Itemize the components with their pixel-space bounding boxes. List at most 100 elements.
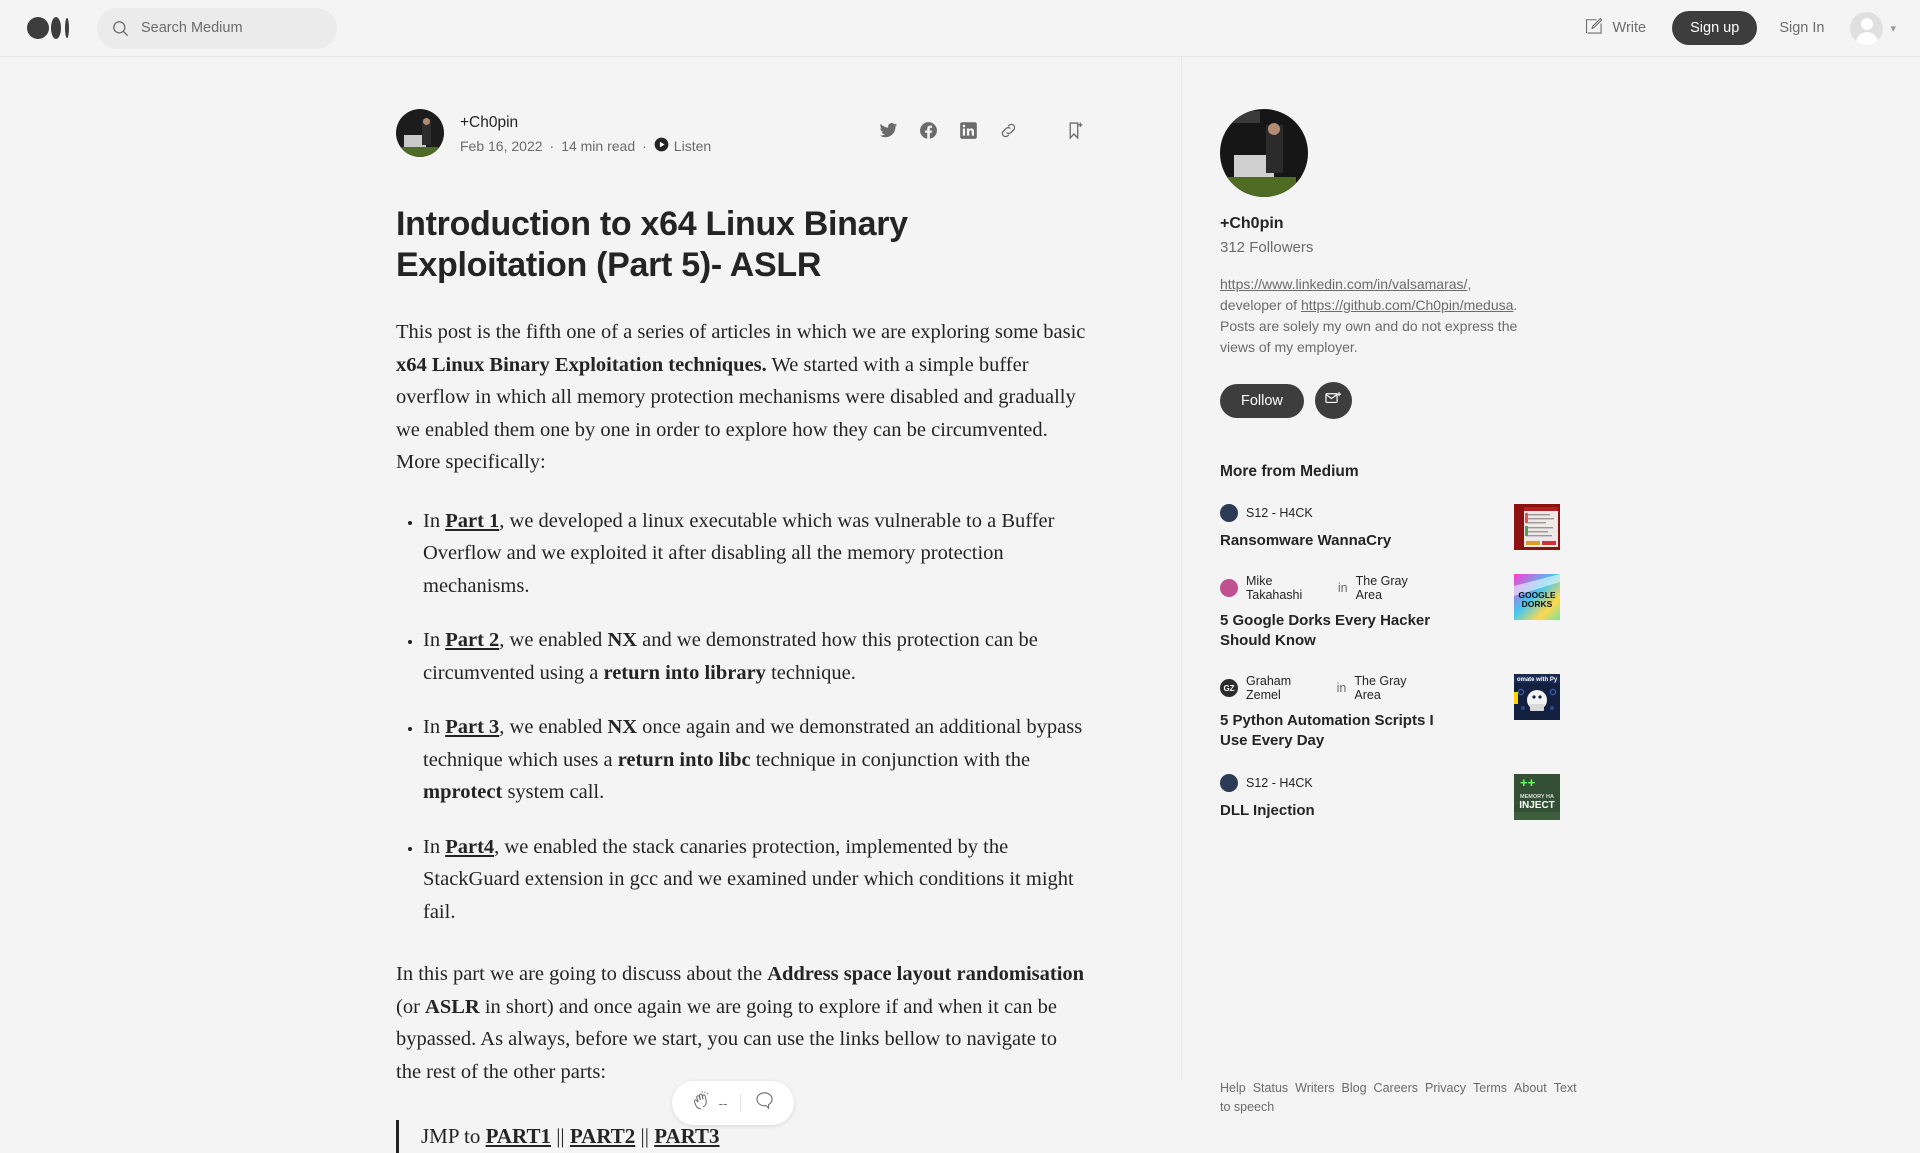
bullet-bold-3: mprotect (423, 781, 502, 803)
intro-text-1: This post is the fifth one of a series o… (396, 321, 1085, 343)
sidebar-author-avatar[interactable] (1220, 109, 1308, 197)
recommendation-author: S12 - H4CK (1246, 506, 1313, 520)
author-avatar[interactable] (396, 109, 444, 157)
medium-logo-icon[interactable] (27, 16, 69, 40)
search-input[interactable] (141, 20, 311, 36)
footer-links: Help Status Writers Blog Careers Privacy Terms… (1220, 1079, 1530, 1117)
write-pencil-icon (1584, 16, 1604, 40)
part3-quote-link[interactable]: PART3 (654, 1124, 719, 1148)
footer-link-terms[interactable]: Terms (1473, 1081, 1507, 1095)
closing-text-3: in short) and once again we are going to… (396, 996, 1057, 1083)
list-item: In Part 3, we enabled NX once again and … (423, 711, 1086, 809)
bullet-pre: In (423, 836, 445, 858)
avatar (1220, 579, 1238, 597)
footer-link-privacy[interactable]: Privacy (1425, 1081, 1466, 1095)
signin-button[interactable]: Sign In (1779, 20, 1824, 36)
svg-text:INJECT: INJECT (1519, 800, 1555, 811)
author-bio: https://www.linkedin.com/in/valsamaras/,… (1220, 274, 1520, 358)
linkedin-bio-link[interactable]: https://www.linkedin.com/in/valsamaras/ (1220, 276, 1467, 292)
chevron-down-icon: ▾ (1890, 22, 1896, 35)
list-item[interactable]: Mike Takahashi in The Gray Area 5 Google… (1220, 574, 1560, 651)
page-title: Introduction to x64 Linux Binary Exploit… (396, 204, 1046, 286)
account-menu[interactable]: ▾ (1850, 12, 1896, 45)
list-item[interactable]: S12 - H4CK Ransomware WannaCry (1220, 504, 1560, 551)
thumbnail (1514, 504, 1560, 550)
follower-count: 312 Followers (1220, 239, 1560, 256)
bullet-post: , we enabled the stack canaries protecti… (423, 836, 1074, 923)
search-box[interactable] (97, 8, 337, 49)
search-icon (111, 19, 130, 38)
more-from-medium-heading: More from Medium (1220, 463, 1560, 481)
bullet-mid-1: , we enabled (499, 716, 607, 738)
closing-bold-2: ASLR (425, 996, 480, 1018)
page-body: +Ch0pin Feb 16, 2022 · 14 min read · Lis… (0, 57, 1920, 1080)
comment-icon[interactable] (754, 1090, 775, 1116)
listen-button[interactable]: Listen (654, 137, 711, 155)
sidebar-author-name[interactable]: +Ch0pin (1220, 215, 1560, 233)
avatar (1850, 12, 1883, 45)
meta-dot-1: · (550, 138, 555, 154)
bullet-post: system call. (502, 781, 604, 803)
intro-paragraph: This post is the fifth one of a series o… (396, 316, 1086, 479)
signup-button[interactable]: Sign up (1672, 11, 1757, 45)
footer-link-careers[interactable]: Careers (1374, 1081, 1418, 1095)
part2-quote-link[interactable]: PART2 (570, 1124, 635, 1148)
part-3-link[interactable]: Part 3 (445, 716, 499, 738)
article-column: +Ch0pin Feb 16, 2022 · 14 min read · Lis… (396, 57, 1086, 1153)
bullet-post: technique. (766, 662, 856, 684)
facebook-icon[interactable] (919, 121, 938, 145)
recommendation-author: Mike Takahashi (1246, 574, 1330, 602)
list-item[interactable]: GZ Graham Zemel in The Gray Area 5 Pytho… (1220, 674, 1560, 751)
bookmark-icon[interactable] (1065, 120, 1086, 146)
list-item: In Part 2, we enabled NX and we demonstr… (423, 624, 1086, 689)
twitter-icon[interactable] (879, 121, 898, 145)
mail-plus-icon (1324, 389, 1343, 413)
header-actions: Write Sign up Sign In ▾ (1584, 11, 1896, 45)
recommendation-title: DLL Injection (1220, 801, 1435, 821)
jmp-label: JMP to (421, 1124, 486, 1148)
publish-date: Feb 16, 2022 (460, 138, 543, 154)
footer-link-help[interactable]: Help (1220, 1081, 1246, 1095)
bullet-bold-2: return into libc (618, 749, 751, 771)
byline: +Ch0pin Feb 16, 2022 · 14 min read · Lis… (396, 109, 1086, 157)
recommendation-publication: The Gray Area (1356, 574, 1435, 602)
footer-link-blog[interactable]: Blog (1342, 1081, 1367, 1095)
intro-bold: x64 Linux Binary Exploitation techniques… (396, 354, 767, 376)
bullet-pre: In (423, 716, 445, 738)
bullet-pre: In (423, 629, 445, 651)
closing-paragraph: In this part we are going to discuss abo… (396, 958, 1086, 1088)
linkedin-icon[interactable] (959, 121, 978, 145)
clap-button[interactable]: -- (691, 1090, 728, 1117)
follow-actions: Follow (1220, 382, 1560, 419)
part-4-link[interactable]: Part4 (445, 836, 494, 858)
avatar (1220, 774, 1238, 792)
footer-link-status[interactable]: Status (1253, 1081, 1288, 1095)
copy-link-icon[interactable] (999, 121, 1018, 145)
sidebar: +Ch0pin 312 Followers https://www.linked… (1220, 57, 1560, 821)
byline-text: +Ch0pin Feb 16, 2022 · 14 min read · Lis… (460, 112, 711, 155)
recommendation-title: 5 Python Automation Scripts I Use Every … (1220, 711, 1435, 751)
subscribe-mail-button[interactable] (1315, 382, 1352, 419)
closing-text-1: In this part we are going to discuss abo… (396, 963, 767, 985)
read-time: 14 min read (561, 138, 635, 154)
in-word: in (1338, 581, 1348, 595)
author-name[interactable]: +Ch0pin (460, 112, 711, 133)
part-2-link[interactable]: Part 2 (445, 629, 499, 651)
bullet-pre: In (423, 510, 445, 532)
list-item[interactable]: S12 - H4CK DLL Injection ++ MEMORY HA IN… (1220, 774, 1560, 821)
quote-sep-1: || (551, 1124, 570, 1148)
follow-button[interactable]: Follow (1220, 384, 1304, 418)
bullet-mid-1: , we enabled (499, 629, 607, 651)
footer-link-writers[interactable]: Writers (1295, 1081, 1334, 1095)
bullet-bold-1: NX (607, 629, 637, 651)
write-button[interactable]: Write (1584, 16, 1647, 40)
recommendation-author: Graham Zemel (1246, 674, 1329, 702)
write-label: Write (1613, 20, 1647, 36)
footer-link-about[interactable]: About (1514, 1081, 1547, 1095)
github-bio-link[interactable]: https://github.com/Ch0pin/medusa (1301, 297, 1513, 313)
recommendation-author: S12 - H4CK (1246, 776, 1313, 790)
in-word: in (1337, 681, 1347, 695)
part1-quote-link[interactable]: PART1 (486, 1124, 551, 1148)
play-icon (654, 137, 669, 155)
part-1-link[interactable]: Part 1 (445, 510, 499, 532)
